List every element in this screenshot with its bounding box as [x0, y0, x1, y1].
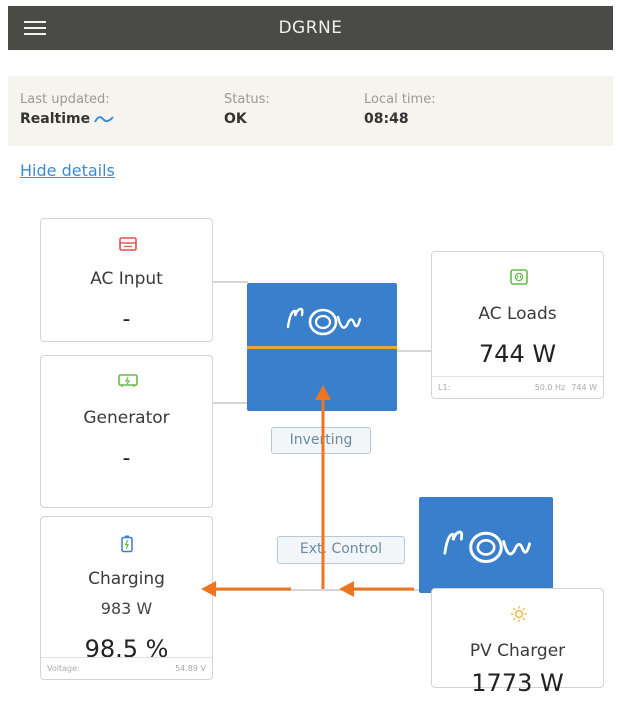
flow-arrow-left-to-battery — [201, 581, 291, 597]
power-flow-overlay — [201, 385, 414, 597]
flow-arrow-from-charger — [339, 581, 414, 597]
flow-arrow-up — [315, 385, 331, 589]
